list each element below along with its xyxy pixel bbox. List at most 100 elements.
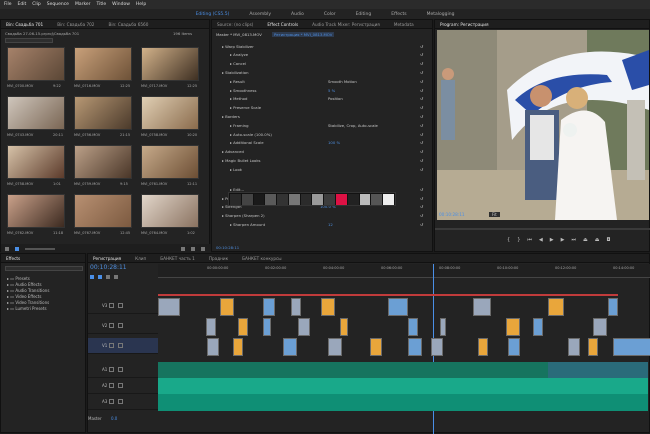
track-header-v3[interactable]: V3: [88, 298, 158, 314]
tab-audio-mixer[interactable]: Audio Track Mixer: Регистрация: [312, 22, 380, 27]
menu-item-marker[interactable]: Marker: [75, 2, 91, 7]
tab-bin-6560[interactable]: Bin: Свадьба 6560: [108, 22, 148, 27]
clip-thumbnail[interactable]: [141, 145, 199, 179]
clip-v3[interactable]: [388, 298, 408, 316]
program-timecode[interactable]: 00:10:28:11: [439, 212, 465, 217]
fit-dropdown[interactable]: Fit: [489, 212, 500, 217]
extract-icon[interactable]: ⏏: [595, 237, 600, 243]
clip-v3[interactable]: [321, 298, 335, 316]
effect-row[interactable]: ▸ Look ↺: [216, 165, 428, 173]
effect-property-value[interactable]: 100 %: [328, 140, 340, 145]
clip-thumbnail[interactable]: [141, 96, 199, 130]
mark-out-icon[interactable]: }: [517, 237, 520, 243]
go-to-in-icon[interactable]: ⏮: [527, 237, 532, 243]
new-item-icon[interactable]: [191, 246, 195, 251]
effect-row[interactable]: ▸ Method Position ↺: [216, 95, 428, 103]
effect-property-value[interactable]: Position: [328, 96, 343, 101]
workspace-editing[interactable]: Editing: [356, 12, 372, 17]
clip-v2[interactable]: [298, 318, 310, 336]
step-back-icon[interactable]: ◀: [539, 237, 543, 243]
search-input[interactable]: [5, 38, 53, 43]
lock-icon[interactable]: [109, 399, 115, 404]
track-header-a1[interactable]: A1: [88, 362, 158, 378]
effects-folder-audio-effects[interactable]: ▸ ▭ Audio Effects: [7, 282, 42, 287]
lock-icon[interactable]: [109, 303, 115, 308]
clip-v3[interactable]: [263, 298, 275, 316]
look-swatch[interactable]: [347, 193, 359, 205]
clip-v1[interactable]: [508, 338, 520, 356]
icon-view-icon[interactable]: [15, 246, 19, 251]
workspace-audio[interactable]: Audio: [291, 12, 304, 17]
clip-v3[interactable]: [473, 298, 491, 316]
reset-icon[interactable]: ↺: [420, 167, 423, 172]
effect-row[interactable]: ▸ Result Smooth Motion ↺: [216, 77, 428, 85]
tab-sequence[interactable]: Регистрация: [93, 256, 121, 261]
clip-v2[interactable]: [440, 318, 446, 336]
reset-icon[interactable]: ↺: [420, 149, 423, 154]
program-scrubber[interactable]: [435, 228, 650, 230]
reset-icon[interactable]: ↺: [420, 52, 423, 57]
tab-bin-702[interactable]: Bin: Свадьба 702: [57, 22, 94, 27]
look-swatch[interactable]: [312, 193, 324, 205]
effect-row[interactable]: ▸ Sharpen (Sharpen 2) ↺: [216, 212, 428, 220]
list-view-icon[interactable]: [5, 246, 9, 251]
reset-icon[interactable]: ↺: [420, 196, 423, 201]
video-frame[interactable]: [437, 30, 649, 220]
zoom-slider[interactable]: [25, 247, 55, 250]
clip-v1[interactable]: [233, 338, 243, 356]
clip-v2[interactable]: [340, 318, 348, 336]
effects-folder-audio-transitions[interactable]: ▸ ▭ Audio Transitions: [7, 288, 49, 293]
effect-row[interactable]: ▸ Magic Bullet Looks ↺: [216, 156, 428, 164]
effect-row[interactable]: ▸ Additional Scale 100 % ↺: [216, 139, 428, 147]
look-swatch[interactable]: [383, 193, 394, 205]
look-swatch[interactable]: [230, 193, 241, 205]
clip-thumbnail[interactable]: [141, 194, 199, 228]
clip-v2[interactable]: [408, 318, 418, 336]
clip-v3[interactable]: [220, 298, 234, 316]
clip-thumbnail[interactable]: [141, 47, 199, 81]
clip-v1[interactable]: [431, 338, 443, 356]
tab-sequence[interactable]: БАНКЕТ конкурсы: [242, 256, 282, 261]
effects-folder-lumetri-presets[interactable]: ▸ ▭ Lumetri Presets: [7, 306, 47, 311]
effect-row[interactable]: ▸ Sharpen Amount 12 ↺: [216, 220, 428, 228]
effects-folder-video-effects[interactable]: ▸ ▭ Video Effects: [7, 294, 41, 299]
play-icon[interactable]: ▶: [550, 237, 554, 243]
effect-row[interactable]: ▸ Advanced ↺: [216, 148, 428, 156]
clip-thumbnail[interactable]: [74, 194, 132, 228]
workspace-metalogging[interactable]: Metalogging: [427, 12, 455, 17]
menu-item-window[interactable]: Window: [112, 2, 130, 7]
sequence-header[interactable]: Регистрация * MVI_0813.MOV: [272, 32, 335, 37]
reset-icon[interactable]: ↺: [420, 213, 423, 218]
go-to-out-icon[interactable]: ⏭: [571, 237, 576, 243]
workspace-assembly[interactable]: Assembly: [249, 12, 271, 17]
clip-v1[interactable]: [408, 338, 422, 356]
effects-search-input[interactable]: [5, 266, 83, 271]
tab-source[interactable]: Source: (no clips): [217, 22, 253, 27]
clip-v3[interactable]: [158, 298, 180, 316]
clip-thumbnail[interactable]: [7, 194, 65, 228]
workspace-editing-cs55[interactable]: Editing (CS5.5): [196, 12, 230, 17]
clip-v2[interactable]: [506, 318, 520, 336]
tab-program[interactable]: Program: Регистрация: [440, 22, 489, 27]
look-swatch[interactable]: [359, 193, 371, 205]
snap-icon[interactable]: [90, 275, 94, 279]
effect-property-value[interactable]: 5 %: [328, 88, 335, 93]
reset-icon[interactable]: ↺: [420, 222, 423, 227]
clip-thumbnail[interactable]: [74, 96, 132, 130]
clip-v1[interactable]: [283, 338, 297, 356]
effect-row[interactable]: ▸ Smoothness 5 % ↺: [216, 86, 428, 94]
workspace-effects[interactable]: Effects: [391, 12, 406, 17]
effect-row[interactable]: ▸ Preserve Scale ↺: [216, 104, 428, 112]
lock-icon[interactable]: [109, 323, 115, 328]
eye-icon[interactable]: [118, 383, 124, 388]
track-header-v2[interactable]: V2: [88, 318, 158, 334]
look-swatch[interactable]: [300, 193, 312, 205]
new-bin-icon[interactable]: [181, 246, 185, 251]
menu-item-clip[interactable]: Clip: [32, 2, 41, 7]
menu-item-title[interactable]: Title: [97, 2, 107, 7]
looks-strip[interactable]: [228, 192, 396, 206]
effects-folder-video-transitions[interactable]: ▸ ▭ Video Transitions: [7, 300, 49, 305]
effect-row[interactable]: ▸ Analyze ↺: [216, 51, 428, 59]
clip-v1[interactable]: [588, 338, 598, 356]
effect-row[interactable]: ▸ Warp Stabilizer ↺: [216, 42, 428, 50]
